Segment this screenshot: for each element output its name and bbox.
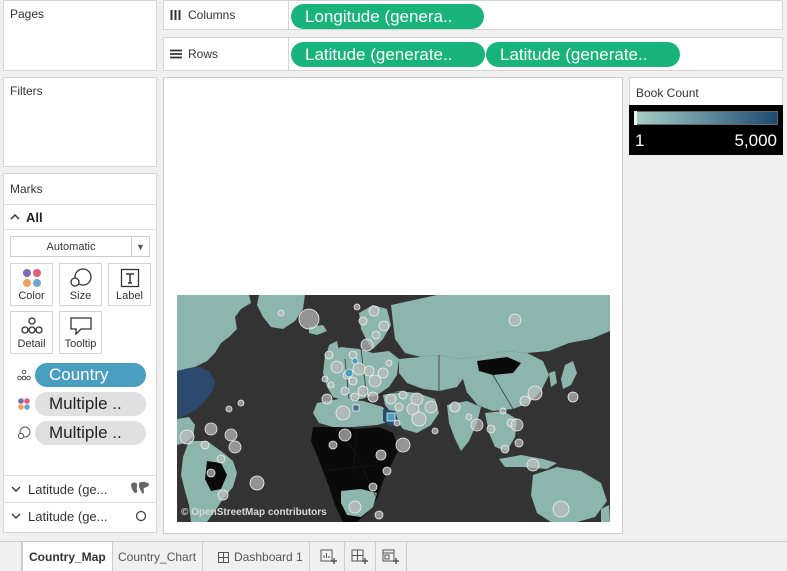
rows-shelf[interactable]: Rows Latitude (generate.. Latitude (gene… <box>163 37 783 71</box>
size-circles-icon <box>69 268 92 287</box>
marks-title: Marks <box>10 182 43 196</box>
longitude-pill[interactable]: Longitude (genera.. <box>291 4 484 29</box>
tab-label: Dashboard 1 <box>234 550 303 564</box>
new-dashboard-button[interactable] <box>345 542 376 571</box>
legend-body: 1 5,000 <box>629 105 783 155</box>
new-story-icon <box>382 549 399 564</box>
columns-label: Columns <box>188 8 236 22</box>
latitude-layer-row[interactable]: Latitude (ge... <box>4 502 156 528</box>
mark-type-dropdown[interactable]: Automatic ▼ <box>10 236 150 257</box>
rows-icon <box>170 49 182 59</box>
new-worksheet-icon <box>320 549 337 564</box>
size-button[interactable]: Size <box>59 263 102 306</box>
new-story-button[interactable] <box>376 542 407 571</box>
map-icon <box>131 481 149 494</box>
marks-all-row[interactable]: All <box>4 204 156 230</box>
detail-dots-icon <box>17 369 31 381</box>
label-button-label: Label <box>116 290 143 302</box>
latitude-layer-label: Latitude (ge... <box>28 509 108 524</box>
filters-title: Filters <box>10 84 43 98</box>
legend-min-label: 1 <box>635 131 645 150</box>
new-dashboard-icon <box>351 549 368 564</box>
country-field-pill[interactable]: Country <box>35 363 146 387</box>
map-svg: © OpenStreetMap contributors <box>177 295 610 522</box>
color-dots-icon <box>18 398 30 410</box>
new-worksheet-button[interactable] <box>314 542 345 571</box>
chevron-down-icon <box>11 486 21 492</box>
pages-card: Pages <box>3 0 157 71</box>
mark-type-value: Automatic <box>46 240 96 253</box>
rows-label: Rows <box>188 47 219 61</box>
dashboard-grid-icon <box>218 551 229 563</box>
map-attribution: © OpenStreetMap contributors <box>181 507 327 518</box>
columns-shelf[interactable]: Columns Longitude (genera.. <box>163 0 783 30</box>
columns-icon <box>170 10 181 20</box>
tab-dashboard-1[interactable]: Dashboard 1 <box>212 542 310 571</box>
size-button-label: Size <box>69 290 92 302</box>
latitude-layer-label: Latitude (ge... <box>28 482 108 497</box>
color-dots-icon <box>22 269 41 287</box>
circle-icon <box>135 510 147 522</box>
tab-label: Country_Map <box>29 550 106 564</box>
filters-card[interactable]: Filters <box>3 77 157 167</box>
color-button-label: Color <box>18 290 45 302</box>
sheet-nav-area <box>0 542 22 571</box>
pages-title: Pages <box>10 7 45 21</box>
color-multiple-pill[interactable]: Multiple .. <box>35 392 146 416</box>
size-multiple-pill[interactable]: Multiple .. <box>35 421 146 445</box>
latitude-pill[interactable]: Latitude (generate.. <box>486 42 680 67</box>
latitude-layer-row[interactable]: Latitude (ge... <box>4 475 156 501</box>
size-circles-icon <box>17 426 31 440</box>
tab-label: Country_Chart <box>118 550 197 564</box>
sheet-tabs-bar: Country_Map Country_Chart Dashboard 1 <box>0 541 787 571</box>
tooltip-button[interactable]: Tooltip <box>59 311 102 354</box>
chevron-up-icon <box>10 213 20 220</box>
tooltip-button-label: Tooltip <box>64 338 97 350</box>
shelf-divider <box>288 1 289 29</box>
label-button[interactable]: Label <box>108 263 151 306</box>
legend-gradient-bar <box>634 111 778 125</box>
chevron-down-icon <box>11 513 21 519</box>
detail-button[interactable]: Detail <box>10 311 53 354</box>
legend-title: Book Count <box>636 86 699 100</box>
world-map[interactable]: © OpenStreetMap contributors <box>177 295 610 522</box>
tab-country-map[interactable]: Country_Map <box>22 542 113 571</box>
shelf-divider <box>288 38 289 70</box>
color-button[interactable]: Color <box>10 263 53 306</box>
legend-max-label: 5,000 <box>734 131 777 150</box>
latitude-pill[interactable]: Latitude (generate.. <box>291 42 485 67</box>
detail-button-label: Detail <box>17 338 46 350</box>
tooltip-speech-icon <box>69 317 92 336</box>
marks-all-label: All <box>26 209 43 225</box>
chevron-down-icon: ▼ <box>131 237 149 256</box>
legend-min-marker <box>634 111 637 125</box>
tab-country-chart[interactable]: Country_Chart <box>112 542 204 571</box>
detail-dots-icon <box>20 317 43 334</box>
label-t-icon <box>120 268 139 288</box>
